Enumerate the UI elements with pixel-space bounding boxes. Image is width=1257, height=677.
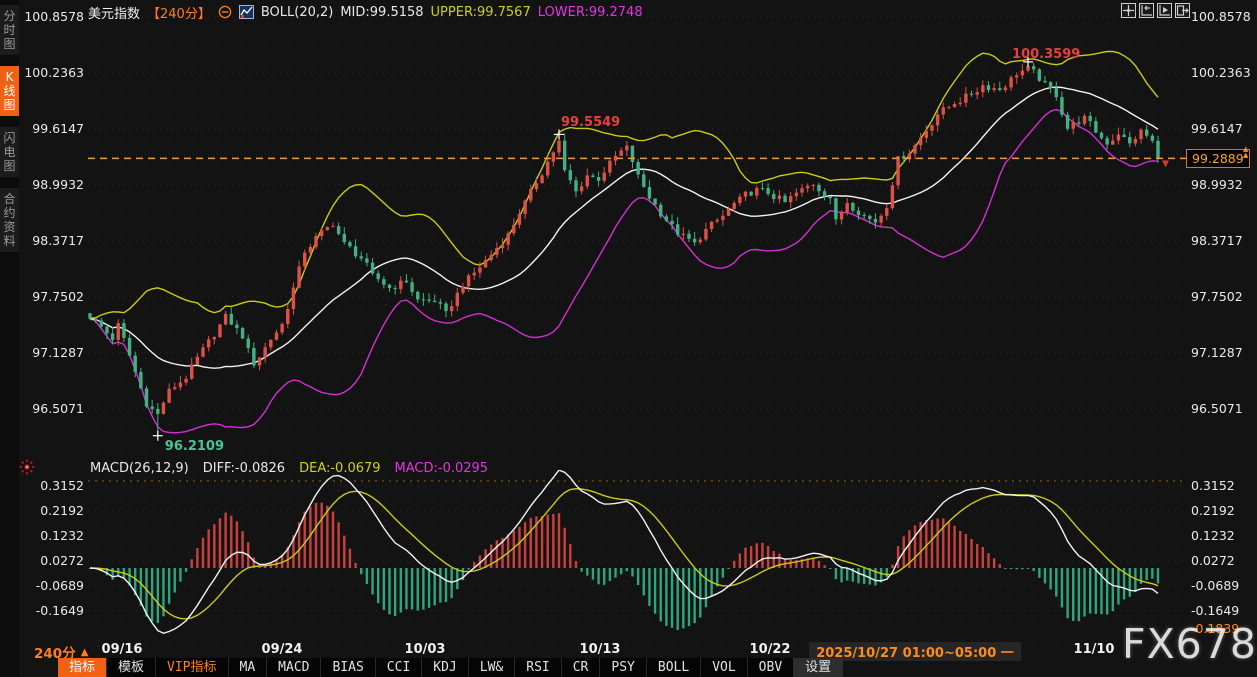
current-price-marker: 99.2889 xyxy=(1186,149,1250,169)
toolbar-button[interactable]: PSY xyxy=(600,658,647,677)
sidebar-tab[interactable]: 合约资料 xyxy=(0,188,19,252)
pop-out-icon[interactable] xyxy=(1175,3,1190,18)
toolbar-button[interactable]: VIP指标 xyxy=(156,658,229,677)
period-label[interactable]: 【240分】 xyxy=(147,3,211,22)
boll-mid-value: MID:99.5158 xyxy=(340,4,424,20)
high-price-annotation: 99.5549 xyxy=(561,115,621,131)
indicator-toolbar: 指标 模板 VIP指标 MA MACD BIAS CCI KDJ LW& RSI CR PSY BOLL… xyxy=(58,658,844,677)
window-controls xyxy=(1121,3,1190,18)
boll-title: BOLL(20,2) xyxy=(260,4,334,20)
macd-diff-value: DIFF:-0.0826 xyxy=(202,461,286,476)
zoom-out-chart-icon[interactable] xyxy=(1139,3,1154,18)
crosshair-icon[interactable] xyxy=(1121,3,1136,18)
toolbar-button[interactable]: 指标 xyxy=(58,658,108,677)
date-tick-label: 10/13 xyxy=(579,642,621,657)
chart-window: 分时图 K线图闪电图合约资料 美元指数 【240分】 BOLL(20,2) MID… xyxy=(0,0,1257,677)
date-tick-label: 09/16 xyxy=(101,642,143,657)
sidebar-tab[interactable]: 分时图 xyxy=(0,5,19,55)
peak-price-annotation: 100.3599 xyxy=(1012,46,1081,62)
toolbar-button[interactable]: OBV xyxy=(748,658,795,677)
indicator-alert-icon[interactable] xyxy=(19,459,35,479)
macd-dea-value: DEA:-0.0679 xyxy=(299,461,381,476)
toolbar-button[interactable]: 设置 xyxy=(794,658,844,677)
time-axis: 09/16 09/24 10/03 10/13 10/22 2025/10/27 01:0… xyxy=(0,641,1257,661)
chart-canvas[interactable] xyxy=(0,0,1257,677)
toolbar-button[interactable]: MACD xyxy=(267,658,322,677)
candlestick-chart-icon xyxy=(238,5,254,19)
symbol-name: 美元指数 xyxy=(88,6,141,22)
toolbar-button[interactable]: CR xyxy=(562,658,601,677)
toolbar-button[interactable]: KDJ xyxy=(422,658,469,677)
toolbar-button[interactable]: LW& xyxy=(469,658,516,677)
toolbar-button[interactable]: CCI xyxy=(376,658,423,677)
date-tick-label: 10/22 xyxy=(749,642,791,657)
date-tick-label: 10/03 xyxy=(404,642,446,657)
boll-lower-value: LOWER:99.2748 xyxy=(537,4,643,20)
toolbar-button[interactable]: RSI xyxy=(515,658,562,677)
toolbar-button[interactable]: VOL xyxy=(701,658,748,677)
low-price-annotation: 96.2109 xyxy=(164,438,225,454)
date-tick-label: 11/10 xyxy=(1073,642,1115,657)
toolbar-button[interactable]: BIAS xyxy=(321,658,376,677)
macd-title: MACD(26,12,9) xyxy=(90,461,189,476)
chart-header: 美元指数 【240分】 BOLL(20,2) MID:99.5158 UPPER… xyxy=(88,3,643,22)
macd-header: MACD(26,12,9) DIFF:-0.0826 DEA:-0.0679 M… xyxy=(90,461,488,476)
toolbar-button[interactable]: BOLL xyxy=(647,658,702,677)
price-direction-icon: ▲ ▲ xyxy=(1243,145,1249,159)
collapse-indicator-icon[interactable] xyxy=(218,5,232,19)
boll-upper-value: UPPER:99.7567 xyxy=(430,4,531,20)
toolbar-button[interactable]: MA xyxy=(229,658,268,677)
zoom-in-chart-icon[interactable] xyxy=(1157,3,1172,18)
sidebar: 分时图 K线图闪电图合约资料 xyxy=(0,0,19,677)
sidebar-tab[interactable]: K线图 xyxy=(0,66,19,116)
sidebar-tab[interactable]: 闪电图 xyxy=(0,127,19,177)
toolbar-button[interactable]: 模板 xyxy=(107,658,157,677)
macd-value: MACD:-0.0295 xyxy=(394,461,489,476)
date-tick-label: 09/24 xyxy=(261,642,303,657)
